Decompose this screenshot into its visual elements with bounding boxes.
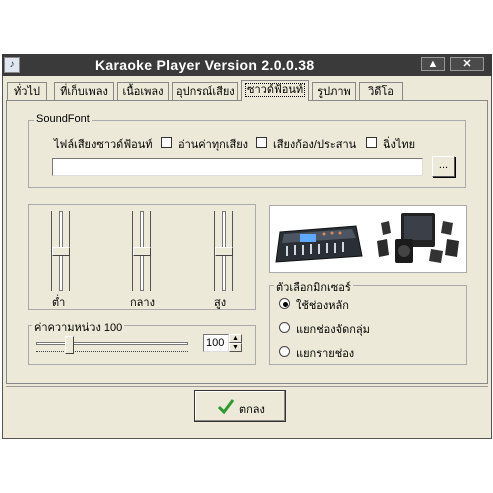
treble-label: สูง: [214, 297, 227, 309]
delay-increment-button[interactable]: ▲: [229, 334, 242, 343]
browse-button[interactable]: ...: [432, 156, 455, 177]
ok-button[interactable]: ตกลง: [194, 390, 286, 422]
window-title: Karaoke Player Version 2.0.0.38: [95, 57, 315, 73]
bass-label: ต่ำ: [52, 297, 66, 309]
delay-value-input[interactable]: 100: [203, 334, 229, 352]
delay-slider-track[interactable]: [36, 342, 188, 345]
footer-divider: [6, 386, 488, 387]
tab-song-storage[interactable]: ที่เก็บเพลง: [54, 82, 114, 101]
ok-button-label: ตกลง: [239, 404, 265, 416]
mixer-options-label: ตัวเลือกมิกเซอร์: [274, 278, 353, 296]
mixing-console-image: [275, 225, 363, 263]
delay-slider-thumb[interactable]: [64, 336, 74, 354]
close-button[interactable]: ✕: [450, 57, 484, 71]
tab-soundfont[interactable]: ซาวด์ฟ้อนท์: [241, 80, 309, 101]
reverb-chorus-label: เสียงก้อง/ประสาน: [273, 139, 357, 151]
mid-slider-thumb[interactable]: [133, 247, 151, 256]
minimize-button[interactable]: ▲: [421, 57, 445, 71]
read-all-voices-checkbox[interactable]: [161, 137, 172, 148]
main-channel-radio[interactable]: [279, 298, 290, 309]
soundfont-file-label: ไฟล์เสียงซาวด์ฟ้อนท์: [54, 139, 153, 151]
read-all-voices-label: อ่านค่าทุกเสียง: [178, 139, 249, 151]
app-icon[interactable]: ♪: [4, 57, 20, 73]
thai-cymbal-label: ฉิ่งไทย: [383, 139, 416, 151]
delay-label: ค่าความหน่วง 100: [32, 318, 125, 336]
tab-lyrics[interactable]: เนื้อเพลง: [117, 82, 169, 101]
delay-decrement-button[interactable]: ▼: [229, 343, 242, 352]
tab-video[interactable]: วิดีโอ: [359, 82, 403, 101]
treble-slider-thumb[interactable]: [215, 247, 233, 256]
tab-images[interactable]: รูปภาพ: [312, 82, 356, 101]
grouped-channels-label: แยกช่องจัดกลุ่ม: [296, 324, 370, 336]
reverb-chorus-checkbox[interactable]: [256, 137, 267, 148]
separate-channels-radio[interactable]: [279, 346, 290, 357]
soundfont-path-input[interactable]: [52, 158, 423, 176]
speaker-system-image: [377, 213, 459, 263]
tab-general[interactable]: ทั่วไป: [7, 82, 47, 101]
soundfont-group: [28, 120, 466, 188]
main-channel-label: ใช้ช่องหลัก: [296, 300, 349, 312]
bass-slider-thumb[interactable]: [52, 247, 70, 256]
separate-channels-label: แยกรายช่อง: [296, 348, 355, 360]
mid-label: กลาง: [130, 297, 155, 309]
grouped-channels-radio[interactable]: [279, 322, 290, 333]
thai-cymbal-checkbox[interactable]: [366, 137, 377, 148]
delay-slider-ticks: [36, 351, 188, 353]
tab-audio-device[interactable]: อุปกรณ์เสียง: [172, 82, 238, 101]
soundfont-group-label: SoundFont: [34, 113, 92, 125]
checkmark-icon: [217, 399, 235, 414]
